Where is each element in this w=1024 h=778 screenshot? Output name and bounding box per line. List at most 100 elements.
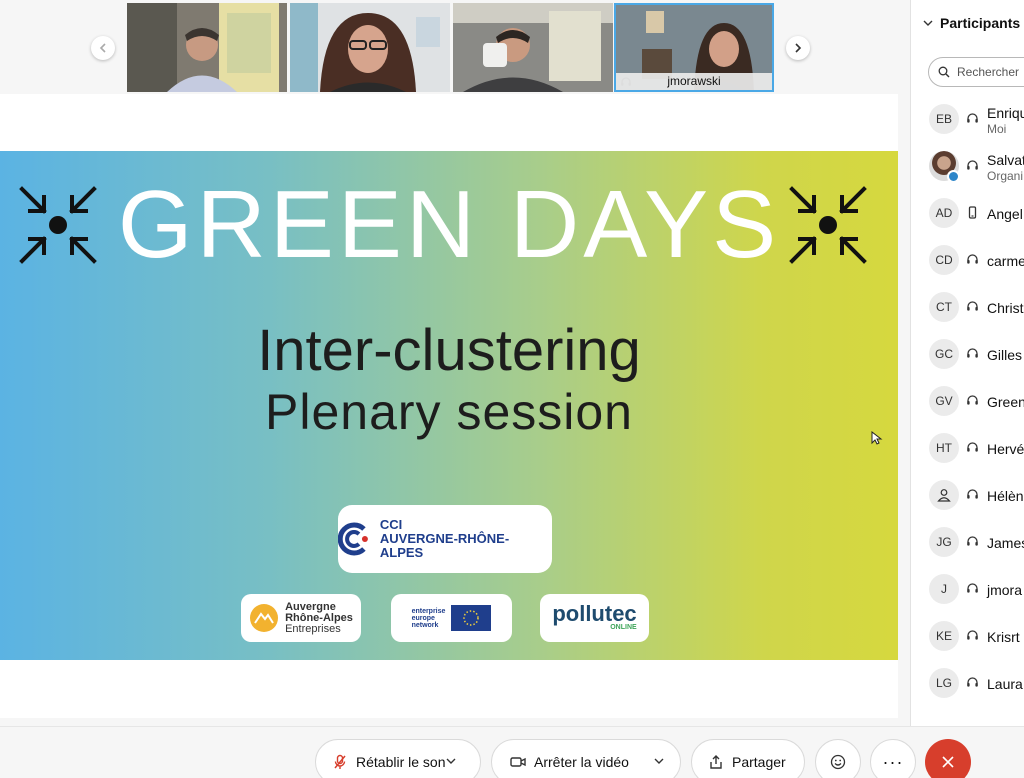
participant-row[interactable]: HT Hervé bbox=[911, 426, 1024, 472]
headset-icon bbox=[967, 395, 978, 405]
avatar: LG bbox=[929, 668, 959, 698]
avatar: JG bbox=[929, 527, 959, 557]
headset-icon bbox=[967, 160, 978, 170]
pollutec-logo-name: pollutec bbox=[552, 601, 637, 626]
avatar: CT bbox=[929, 292, 959, 322]
avatar: GC bbox=[929, 339, 959, 369]
participant-name: Enrique bbox=[987, 105, 1024, 121]
more-options-icon: ··· bbox=[882, 751, 904, 772]
more-options-button[interactable]: ··· bbox=[870, 739, 916, 778]
slide-subtitle: Inter-clustering bbox=[257, 318, 641, 383]
participant-name: Gilles bbox=[987, 347, 1023, 363]
pollutec-online-logo: pollutec ONLINE bbox=[540, 594, 649, 642]
participant-name: Hélèn bbox=[987, 488, 1024, 504]
microphone-muted-icon bbox=[334, 754, 346, 769]
headset-icon bbox=[967, 583, 978, 593]
chevron-right-icon bbox=[795, 43, 802, 53]
unmute-label: Rétablir le son bbox=[356, 754, 446, 770]
een-logo-line3: network bbox=[411, 621, 439, 629]
participant-name: Green bbox=[987, 394, 1024, 410]
avatar: HT bbox=[929, 433, 959, 463]
participant-row[interactable]: Hélèn bbox=[911, 473, 1024, 519]
participant-row[interactable]: GC Gilles bbox=[911, 332, 1024, 378]
cci-emblem-icon bbox=[338, 522, 368, 556]
headset-icon bbox=[967, 677, 978, 687]
participant-role: Organi bbox=[987, 169, 1024, 183]
smiley-icon bbox=[830, 754, 846, 770]
participants-panel: Participants EBEnriqueMoiSalvatOrganiADA… bbox=[911, 0, 1024, 726]
slide-title: GREEN DAYS bbox=[117, 171, 781, 278]
ara-logo-line2: Rhône-Alpes bbox=[285, 611, 353, 624]
next-videos-button[interactable] bbox=[786, 36, 810, 60]
previous-videos-button[interactable] bbox=[91, 36, 115, 60]
avatar: GV bbox=[929, 386, 959, 416]
participant-name: jmora bbox=[987, 582, 1023, 598]
presentation-slide: GREEN DAYS Inter-clustering Plenary sess… bbox=[0, 151, 898, 660]
participants-panel-header[interactable]: Participants bbox=[923, 13, 1020, 33]
video-camera-icon bbox=[510, 757, 526, 767]
avatar: AD bbox=[929, 198, 959, 228]
cci-logo-line1: CCI bbox=[379, 517, 403, 532]
ara-emblem-icon bbox=[250, 604, 279, 632]
stop-video-button[interactable]: Arrêter la vidéo bbox=[491, 739, 681, 778]
participant-video bbox=[127, 3, 287, 92]
phone-icon bbox=[968, 206, 977, 219]
participant-row[interactable]: Salvat Organi bbox=[911, 144, 1024, 190]
participant-row[interactable]: JG James bbox=[911, 520, 1024, 566]
participant-row[interactable]: LG Laura bbox=[911, 661, 1024, 707]
participant-name: James bbox=[987, 535, 1024, 551]
participant-row[interactable]: GV Green bbox=[911, 379, 1024, 425]
unmute-button[interactable]: Rétablir le son bbox=[315, 739, 481, 778]
participant-row[interactable]: CD carme bbox=[911, 238, 1024, 284]
participant-name: Angel bbox=[987, 206, 1023, 222]
headset-icon bbox=[967, 254, 978, 264]
eu-flag-icon bbox=[451, 605, 492, 631]
headset-icon bbox=[967, 630, 978, 640]
share-label: Partager bbox=[732, 754, 786, 770]
participant-row[interactable]: CT Christ bbox=[911, 285, 1024, 331]
converging-arrows-icon bbox=[789, 186, 867, 264]
video-tile[interactable] bbox=[290, 3, 450, 92]
person-icon bbox=[937, 489, 951, 502]
participant-name: Salvat bbox=[987, 152, 1024, 168]
share-button[interactable]: Partager bbox=[691, 739, 805, 778]
participant-row[interactable]: KE Krisrt bbox=[911, 614, 1024, 660]
video-tile[interactable] bbox=[127, 3, 287, 92]
enterprise-europe-network-logo: enterprise europe network bbox=[391, 594, 512, 642]
organizer-badge-icon bbox=[947, 170, 960, 183]
search-icon bbox=[938, 66, 950, 78]
reactions-button[interactable] bbox=[815, 739, 861, 778]
participant-search[interactable] bbox=[928, 57, 1024, 87]
video-strip: jmorawski bbox=[0, 0, 910, 94]
participant-row[interactable]: AD Angel bbox=[911, 191, 1024, 237]
headset-icon bbox=[967, 301, 978, 311]
chevron-down-icon[interactable] bbox=[446, 756, 456, 766]
meeting-window: jmorawski GREEN DAYS Inter-clustering Pl… bbox=[0, 0, 1024, 778]
slide-session-label: Plenary session bbox=[265, 384, 633, 440]
chevron-left-icon bbox=[99, 43, 106, 53]
close-icon bbox=[942, 756, 954, 768]
participant-video bbox=[453, 3, 613, 92]
ara-logo-line1: Auvergne bbox=[285, 600, 336, 613]
avatar bbox=[929, 480, 959, 510]
chevron-down-icon[interactable] bbox=[654, 756, 664, 766]
search-input[interactable] bbox=[957, 65, 1024, 79]
participant-name: Hervé bbox=[987, 441, 1024, 457]
auvergne-rhone-alpes-entreprises-logo: Auvergne Rhône-Alpes Entreprises bbox=[241, 594, 361, 642]
chevron-down-icon bbox=[923, 20, 933, 26]
participant-row[interactable]: Jjmora bbox=[911, 567, 1024, 613]
panel-title: Participants bbox=[940, 15, 1021, 31]
ara-logo-line3: Entreprises bbox=[285, 622, 341, 635]
avatar: KE bbox=[929, 621, 959, 651]
participant-name: Christ bbox=[987, 300, 1024, 316]
leave-meeting-button[interactable] bbox=[925, 739, 971, 778]
video-tile[interactable] bbox=[453, 3, 613, 92]
participant-row[interactable]: EB EnriqueMoi bbox=[911, 97, 1024, 143]
video-tile-active-speaker[interactable]: jmorawski bbox=[614, 3, 774, 92]
stop-video-label: Arrêter la vidéo bbox=[534, 754, 629, 770]
headset-icon bbox=[967, 489, 978, 499]
een-logo-line2: europe bbox=[411, 614, 435, 622]
mouse-cursor-icon bbox=[871, 431, 883, 445]
avatar: CD bbox=[929, 245, 959, 275]
participant-role: Moi bbox=[987, 122, 1007, 136]
